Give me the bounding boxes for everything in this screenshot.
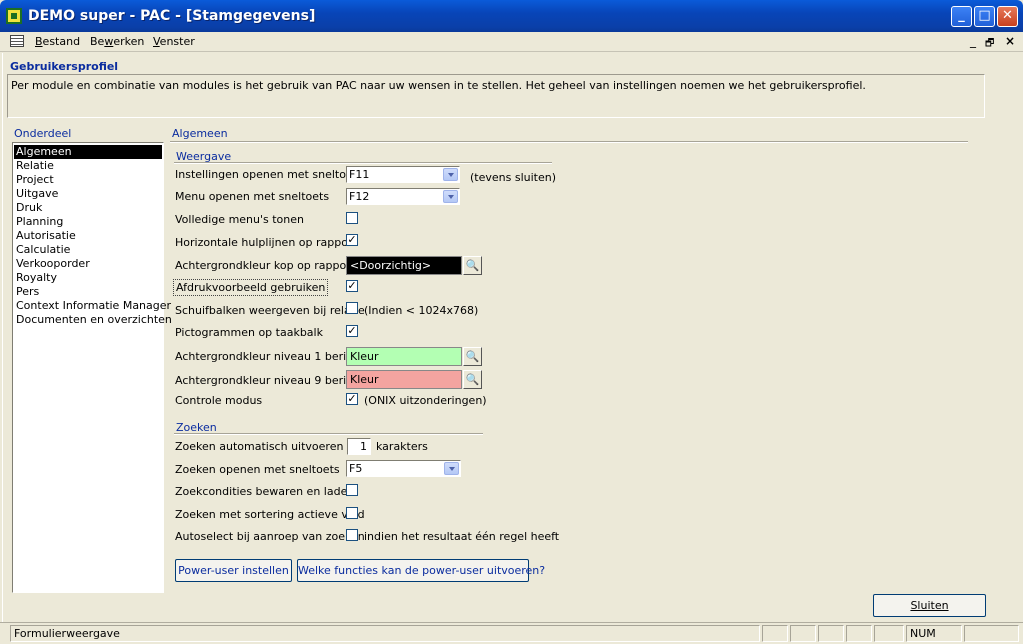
search-shortcut-select[interactable]: F5 [346, 460, 461, 477]
scrollbars-label: Schuifbalken weergeven bij relatie [175, 304, 365, 317]
zoeken-divider [174, 433, 483, 435]
full-menus-checkbox[interactable] [346, 212, 358, 224]
control-mode-checkbox[interactable]: ✓ [346, 393, 358, 405]
window-title: DEMO super - PAC - [Stamgegevens] [28, 8, 316, 24]
chevron-down-icon[interactable] [444, 462, 459, 475]
level1-label: Achtergrondkleur niveau 1 bericht [175, 350, 364, 363]
menu-bestand[interactable]: Bestand [35, 35, 80, 48]
sidebar-item-relatie[interactable]: Relatie [14, 159, 162, 173]
sort-active-label: Zoeken met sortering actieve veld [175, 508, 365, 521]
autoselect-note: indien het resultaat één regel heeft [364, 530, 560, 543]
maximize-button[interactable]: □ [974, 6, 995, 27]
print-preview-label: Afdrukvoorbeeld gebruiken [173, 279, 329, 296]
sidebar-item-algemeen[interactable]: Algemeen [14, 145, 162, 159]
autoselect-checkbox[interactable] [346, 529, 358, 541]
settings-shortcut-value: F11 [349, 168, 370, 181]
magnifier-icon[interactable]: 🔍 [463, 370, 482, 389]
menu-bewerken[interactable]: Bewerken [90, 35, 144, 48]
sidebar-item-cim[interactable]: Context Informatie Manager [14, 299, 171, 313]
sidebar-item-project[interactable]: Project [14, 173, 162, 187]
save-conditions-checkbox[interactable] [346, 484, 358, 496]
save-conditions-label: Zoekcondities bewaren en laden [175, 485, 355, 498]
settings-shortcut-select[interactable]: F11 [346, 166, 460, 183]
auto-search-unit: karakters [376, 440, 428, 453]
level9-field[interactable]: Kleur [346, 370, 462, 389]
magnifier-icon[interactable]: 🔍 [463, 347, 482, 366]
menu-shortcut-select[interactable]: F12 [346, 188, 460, 205]
mdi-restore-button[interactable]: 🗗 [985, 36, 994, 53]
status-cell-6 [964, 625, 1019, 642]
search-shortcut-value: F5 [349, 462, 363, 475]
status-cell-4 [846, 625, 872, 642]
sidebar-item-planning[interactable]: Planning [14, 215, 162, 229]
sidebar-item-druk[interactable]: Druk [14, 201, 162, 215]
auto-search-label: Zoeken automatisch uitvoeren na [175, 440, 361, 453]
main-heading: Algemeen [172, 127, 228, 140]
app-icon[interactable] [6, 8, 22, 24]
description-box: Per module en combinatie van modules is … [7, 74, 985, 118]
level9-label: Achtergrondkleur niveau 9 bericht [175, 374, 364, 387]
close-window-button[interactable]: ✕ [997, 6, 1018, 27]
status-text: Formulierweergave [10, 625, 760, 642]
status-cell-5 [874, 625, 904, 642]
status-cell-2 [790, 625, 816, 642]
menu-venster[interactable]: Venster [153, 35, 195, 48]
level1-field[interactable]: Kleur [346, 347, 462, 366]
autoselect-label: Autoselect bij aanroep van zoeken [175, 530, 365, 543]
scrollbars-note: (Indien < 1024x768) [364, 304, 479, 317]
sidebar-item-documenten[interactable]: Documenten en overzichten [14, 313, 172, 327]
main-divider [170, 141, 968, 143]
close-button-label: Sluiten [910, 599, 949, 612]
settings-shortcut-note: (tevens sluiten) [470, 171, 557, 184]
mdi-close-button[interactable]: × [1005, 34, 1015, 48]
control-mode-note: (ONIX uitzonderingen) [364, 394, 487, 407]
page-title: Gebruikersprofiel [10, 60, 119, 73]
search-shortcut-label: Zoeken openen met sneltoets [175, 463, 340, 476]
magnifier-icon[interactable]: 🔍 [463, 256, 482, 275]
power-user-button[interactable]: Power-user instellen [175, 559, 292, 582]
num-indicator: NUM [906, 625, 962, 642]
sidebar-item-pers[interactable]: Pers [14, 285, 162, 299]
chevron-down-icon[interactable] [443, 190, 458, 203]
help-lines-checkbox[interactable]: ✓ [346, 234, 358, 246]
status-cell-1 [762, 625, 788, 642]
auto-search-input[interactable]: 1 [347, 438, 371, 455]
menu-shortcut-value: F12 [349, 190, 370, 203]
menu-shortcut-label: Menu openen met sneltoets [175, 190, 330, 203]
sidebar-item-uitgave[interactable]: Uitgave [14, 187, 162, 201]
sidebar-item-royalty[interactable]: Royalty [14, 271, 162, 285]
mdi-minimize-button[interactable]: _ [970, 34, 976, 48]
close-button[interactable]: Sluiten [873, 594, 986, 617]
help-lines-label: Horizontale hulplijnen op rapport [175, 236, 357, 249]
power-user-functions-button[interactable]: Welke functies kan de power-user uitvoer… [297, 559, 545, 582]
minimize-button[interactable]: _ [951, 6, 972, 27]
sidebar-heading: Onderdeel [14, 127, 72, 140]
pictograms-checkbox[interactable]: ✓ [346, 325, 358, 337]
status-cell-3 [818, 625, 844, 642]
full-menus-label: Volledige menu's tonen [175, 213, 304, 226]
sidebar-item-calculatie[interactable]: Calculatie [14, 243, 162, 257]
sidebar-list[interactable]: Algemeen Relatie Project Uitgave Druk Pl… [12, 142, 172, 593]
print-preview-checkbox[interactable]: ✓ [346, 280, 358, 292]
settings-shortcut-label: Instellingen openen met sneltoets [175, 168, 363, 181]
header-bg-field[interactable]: <Doorzichtig> [346, 256, 462, 275]
sidebar-item-verkooporder[interactable]: Verkooporder [14, 257, 162, 271]
weergave-divider [174, 162, 552, 164]
scrollbars-checkbox[interactable] [346, 302, 358, 314]
pictograms-label: Pictogrammen op taakbalk [175, 326, 323, 339]
control-mode-label: Controle modus [175, 394, 263, 407]
form-menu-icon[interactable] [10, 35, 24, 47]
sort-active-checkbox[interactable] [346, 507, 358, 519]
sidebar-item-autorisatie[interactable]: Autorisatie [14, 229, 162, 243]
chevron-down-icon[interactable] [443, 168, 458, 181]
header-bg-label: Achtergrondkleur kop op rapport [175, 259, 356, 272]
